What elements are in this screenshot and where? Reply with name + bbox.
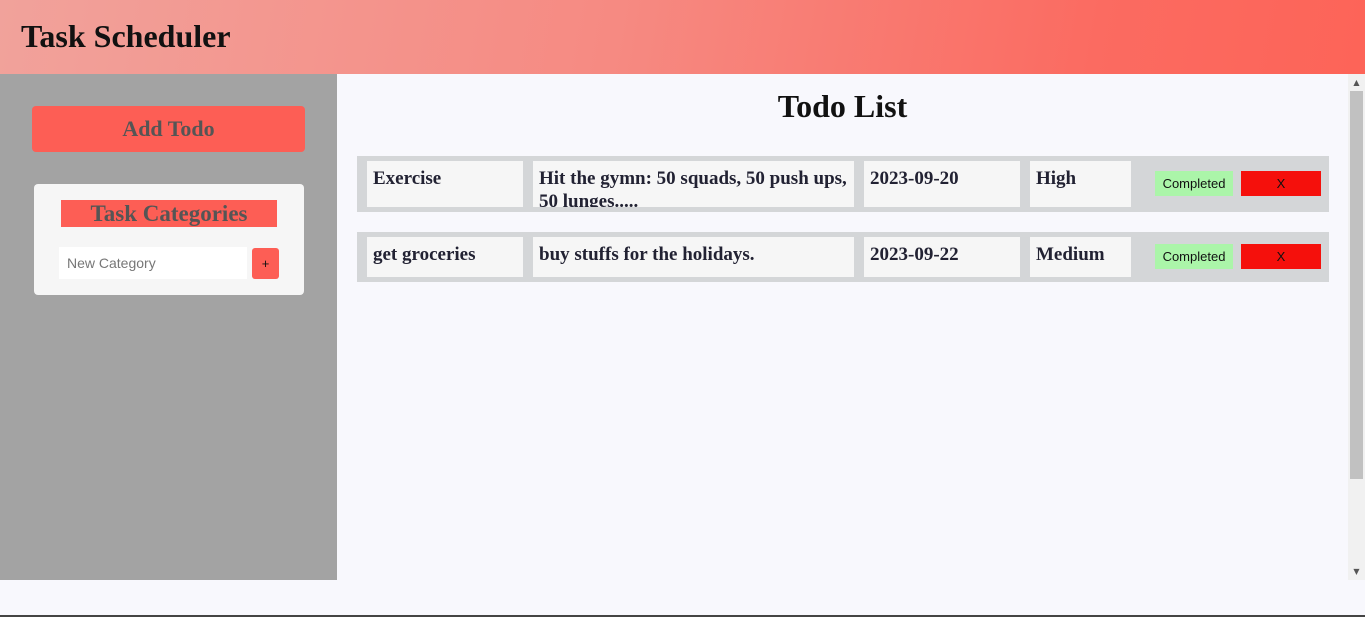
add-category-button[interactable]: + [252,248,279,279]
vertical-scrollbar[interactable]: ▲ ▼ [1348,74,1365,580]
todo-date: 2023-09-20 [864,161,1020,207]
main-content: Todo List Exercise Hit the gymn: 50 squa… [337,74,1348,580]
todo-item: Exercise Hit the gymn: 50 squads, 50 pus… [357,156,1329,212]
todo-item: get groceries buy stuffs for the holiday… [357,232,1329,282]
sidebar: Add Todo Task Categories + [0,74,337,580]
task-categories-title: Task Categories [61,200,277,227]
todo-title: Exercise [367,161,523,207]
todo-priority: Medium [1030,237,1131,277]
todo-description: Hit the gymn: 50 squads, 50 push ups, 50… [533,161,854,207]
scroll-down-arrow-icon[interactable]: ▼ [1348,563,1365,580]
page-title: Todo List [777,88,908,124]
scroll-up-arrow-icon[interactable]: ▲ [1348,74,1365,91]
todo-description: buy stuffs for the holidays. [533,237,854,277]
todo-priority: High [1030,161,1131,207]
new-category-input[interactable] [59,247,247,279]
scrollbar-thumb[interactable] [1350,91,1363,479]
delete-todo-button[interactable]: X [1241,171,1321,196]
todo-date: 2023-09-22 [864,237,1020,277]
app-root: Task Scheduler Add Todo Task Categories … [0,0,1365,617]
header-bar: Task Scheduler [0,0,1365,74]
completed-button[interactable]: Completed [1155,244,1233,269]
delete-todo-button[interactable]: X [1241,244,1321,269]
completed-button[interactable]: Completed [1155,171,1233,196]
todo-title: get groceries [367,237,523,277]
app-title: Task Scheduler [21,18,231,54]
add-todo-button[interactable]: Add Todo [32,106,305,152]
page-bottom-area [0,580,1365,617]
task-categories-card: Task Categories + [34,184,304,295]
